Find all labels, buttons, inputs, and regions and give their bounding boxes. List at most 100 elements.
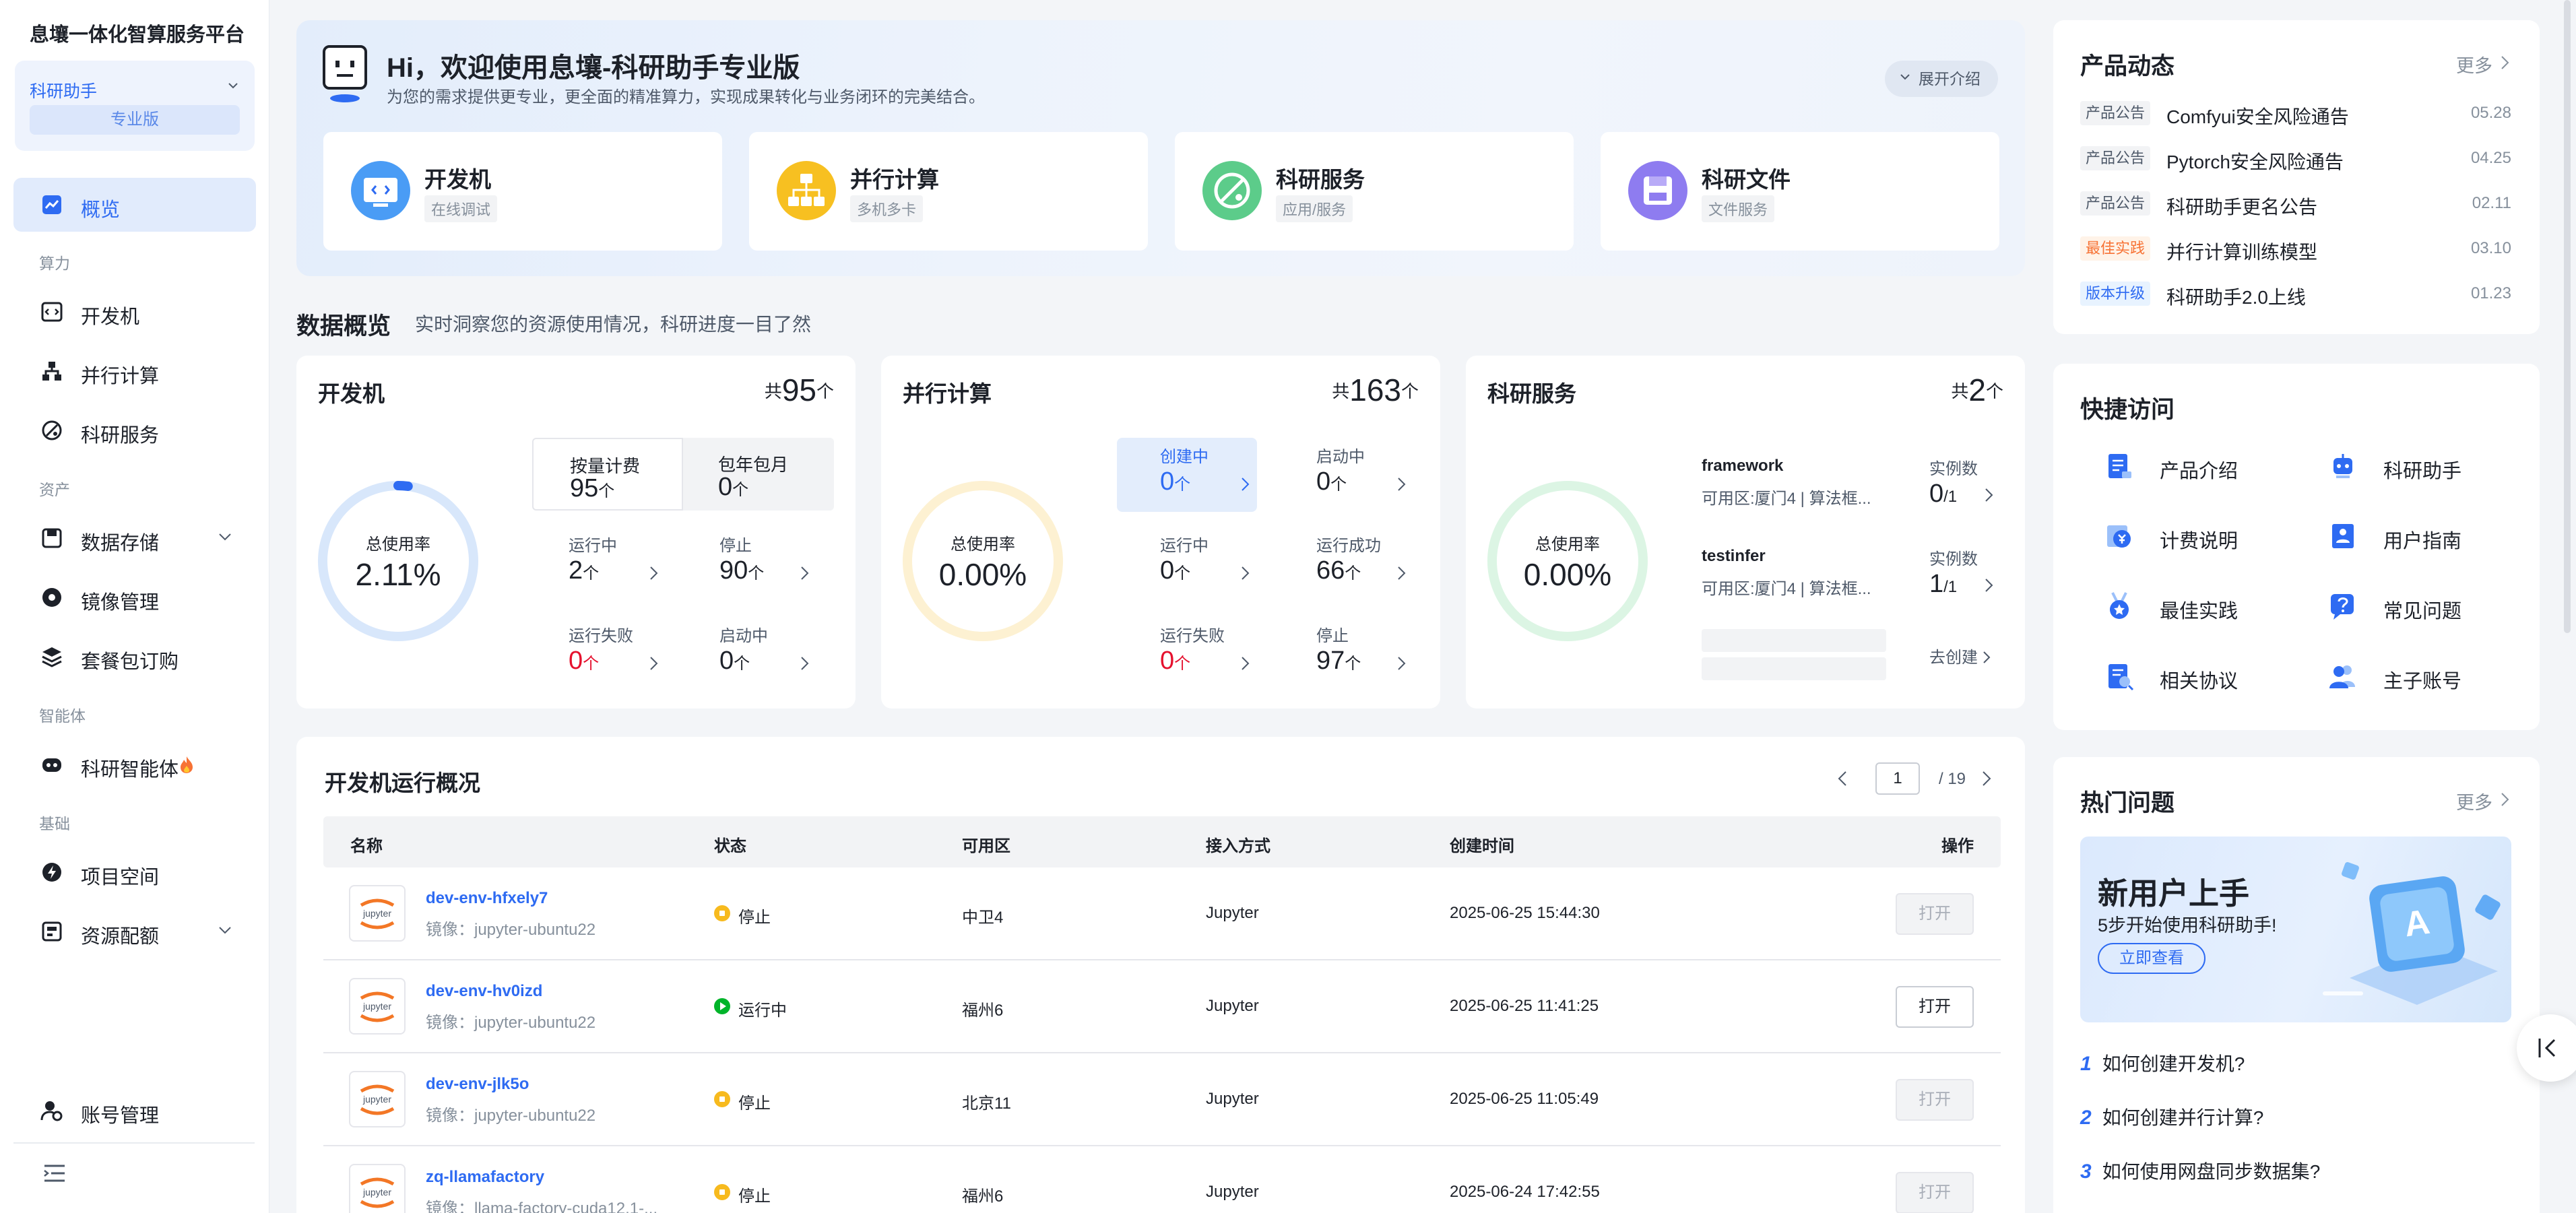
feature-name: 开发机 <box>424 167 491 192</box>
stat-success[interactable]: 运行成功 66个 <box>1316 532 1424 599</box>
onboarding-banner[interactable]: A 新用户上手 5步开始使用科研助手! 立即查看 <box>2080 837 2511 1022</box>
news-item[interactable]: 产品公告 Comfyui安全风险通告 05.28 <box>2080 98 2511 128</box>
question-icon <box>2328 591 2358 621</box>
nav-resource-quota-label: 资源配额 <box>81 926 160 948</box>
news-tag: 产品公告 <box>2080 191 2151 216</box>
env-name-link[interactable]: dev-env-hfxely7 <box>426 889 548 908</box>
stat-failed[interactable]: 运行失败 0个 <box>569 622 676 690</box>
feature-research-files[interactable]: 科研文件 文件服务 <box>1601 132 1999 251</box>
stat-stopped[interactable]: 停止 90个 <box>719 532 827 599</box>
network-icon <box>776 160 837 221</box>
open-button[interactable]: 打开 <box>1896 986 1974 1028</box>
column-header: 操作 <box>1941 837 1974 855</box>
feature-name: 并行计算 <box>850 167 939 192</box>
nav-project-space[interactable]: 项目空间 <box>13 845 256 899</box>
feature-parallel[interactable]: 并行计算 多机多卡 <box>749 132 1148 251</box>
nav-parallel[interactable]: 并行计算 <box>13 344 256 398</box>
stat-failed[interactable]: 运行失败 0个 <box>1160 622 1268 690</box>
stat-creating[interactable]: 创建中 0个 <box>1160 443 1268 511</box>
nav-data-storage[interactable]: 数据存储 <box>13 511 256 565</box>
instance-count[interactable]: 1/1 <box>1929 570 2037 599</box>
nav-image-mgmt[interactable]: 镜像管理 <box>13 570 256 624</box>
news-item[interactable]: 产品公告 科研助手更名公告 02.11 <box>2080 189 2511 218</box>
usage-ring: 总使用率 2.11% <box>317 480 480 643</box>
nav-overview[interactable]: 概览 <box>13 178 256 232</box>
expand-intro-button[interactable]: 展开介绍 <box>1885 61 1998 97</box>
nav-research-service[interactable]: 科研服务 <box>13 403 256 457</box>
quick-link-agreements[interactable]: 相关协议 <box>2104 657 2320 698</box>
table-title: 开发机运行概况 <box>325 771 480 795</box>
news-more-link[interactable]: 更多 <box>2456 51 2510 77</box>
page-total: / 19 <box>1939 770 1966 788</box>
news-date: 01.23 <box>2470 284 2511 302</box>
env-name-link[interactable]: dev-env-jlk5o <box>426 1075 529 1094</box>
news-text: 科研助手更名公告 <box>2166 197 2318 218</box>
pagination: 1 / 19 <box>1832 762 1994 795</box>
quick-link-billing[interactable]: 计费说明 <box>2104 517 2320 558</box>
nav-account-mgmt[interactable]: 账号管理 <box>13 1084 256 1138</box>
service-name[interactable]: framework <box>1702 457 1783 476</box>
faq-item[interactable]: 3 如何使用网盘同步数据集? <box>2080 1157 2320 1184</box>
instance-count[interactable]: 0/1 <box>1929 480 2037 509</box>
created-cell: 2025-06-25 15:44:30 <box>1450 904 1600 922</box>
create-service-link[interactable]: 去创建 <box>1929 644 1991 667</box>
service-name[interactable]: testinfer <box>1702 547 1766 566</box>
page-input[interactable]: 1 <box>1875 762 1920 795</box>
card-title: 并行计算 <box>903 381 992 406</box>
stat-running[interactable]: 运行中 2个 <box>569 532 676 599</box>
next-page-icon[interactable] <box>1982 771 1991 787</box>
quick-link-assistant[interactable]: 科研助手 <box>2328 447 2544 488</box>
stat-label: 运行中 <box>1160 537 1209 555</box>
open-button[interactable]: 打开 <box>1896 1172 1974 1213</box>
chevron-right-icon <box>2501 56 2509 69</box>
quick-link-best-practice[interactable]: 最佳实践 <box>2104 587 2320 628</box>
quick-link-product-intro[interactable]: 产品介绍 <box>2104 447 2320 488</box>
stat-running[interactable]: 运行中 0个 <box>1160 532 1268 599</box>
feature-devmachine[interactable]: 开发机 在线调试 <box>323 132 722 251</box>
stat-stopped[interactable]: 停止 97个 <box>1316 622 1424 690</box>
disc-icon <box>40 586 63 609</box>
chevron-down-icon <box>218 533 232 541</box>
quick-link-faq[interactable]: 常见问题 <box>2328 587 2544 628</box>
quick-link-user-guide[interactable]: 用户指南 <box>2328 517 2544 558</box>
nav-package-order[interactable]: 套餐包订购 <box>13 630 256 684</box>
faq-item[interactable]: 2 如何创建并行计算? <box>2080 1103 2263 1130</box>
news-item[interactable]: 产品公告 Pytorch安全风险通告 04.25 <box>2080 143 2511 173</box>
workspace-switcher[interactable]: 科研助手 专业版 <box>15 61 255 151</box>
chevron-right-icon <box>649 656 659 671</box>
news-item[interactable]: 最佳实践 并行计算训练模型 03.10 <box>2080 234 2511 263</box>
tab-payg[interactable]: 按量计费 95个 <box>532 438 683 511</box>
menu-collapse-icon[interactable] <box>43 1164 66 1183</box>
svg-text:jupyter: jupyter <box>362 1094 391 1105</box>
created-cell: 2025-06-24 17:42:55 <box>1450 1183 1600 1201</box>
feature-research-service[interactable]: 科研服务 应用/服务 <box>1175 132 1574 251</box>
nav-resource-quota[interactable]: 资源配额 <box>13 905 256 958</box>
page-scrollbar[interactable] <box>2564 0 2571 633</box>
banner-title: 新用户上手 <box>2098 876 2250 911</box>
chart-icon <box>40 193 63 216</box>
nav-research-agent[interactable]: 科研智能体 <box>13 737 256 791</box>
chevron-down-icon <box>218 926 232 934</box>
news-item[interactable]: 版本升级 科研助手2.0上线 01.23 <box>2080 279 2511 308</box>
chevron-right-icon <box>2501 793 2509 806</box>
create-label: 去创建 <box>1929 649 1978 667</box>
open-button[interactable]: 打开 <box>1896 893 1974 935</box>
stat-starting[interactable]: 启动中 0个 <box>719 622 827 690</box>
env-name-link[interactable]: zq-llamafactory <box>426 1168 544 1187</box>
open-button[interactable]: 打开 <box>1896 1079 1974 1121</box>
nav-devmachine[interactable]: 开发机 <box>13 285 256 339</box>
column-header: 可用区 <box>962 837 1010 855</box>
users-icon <box>2328 661 2358 691</box>
view-now-button[interactable]: 立即查看 <box>2098 943 2205 974</box>
stat-label: 运行中 <box>569 537 617 555</box>
quick-link-sub-accounts[interactable]: 主子账号 <box>2328 657 2544 698</box>
prev-page-icon[interactable] <box>1838 771 1847 787</box>
news-tag: 最佳实践 <box>2080 236 2151 261</box>
flask-icon <box>1202 160 1262 221</box>
hot-more-link[interactable]: 更多 <box>2456 788 2510 814</box>
stat-starting[interactable]: 启动中 0个 <box>1316 443 1424 511</box>
faq-item[interactable]: 1 如何创建开发机? <box>2080 1049 2245 1076</box>
play-status-icon <box>714 998 730 1014</box>
news-text: 科研助手2.0上线 <box>2166 287 2306 308</box>
env-name-link[interactable]: dev-env-hv0izd <box>426 982 542 1001</box>
